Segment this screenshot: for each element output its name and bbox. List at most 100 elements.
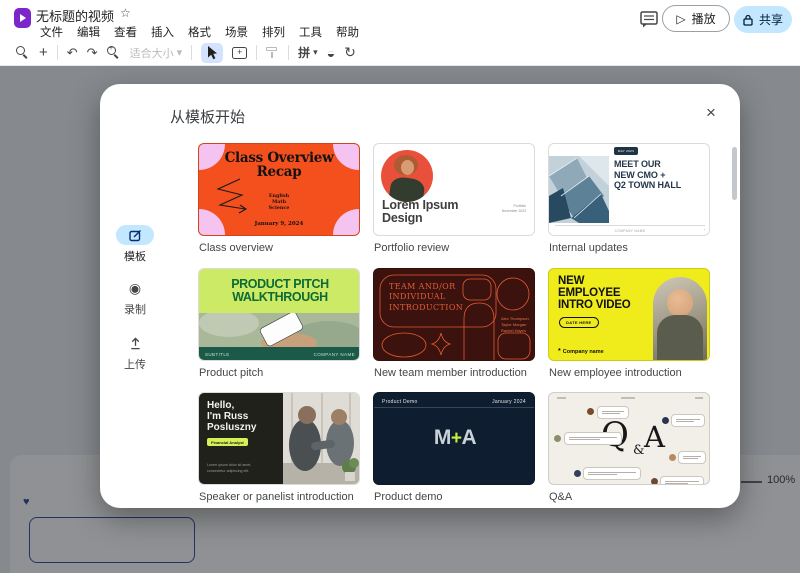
template-caption: Product pitch: [199, 367, 264, 379]
divider: [56, 45, 58, 60]
title-band: PRODUCT PITCH WALKTHROUGH: [199, 269, 359, 313]
upload-icon: [130, 336, 140, 349]
select-tool-button[interactable]: [201, 42, 224, 63]
add-scene-button[interactable]: +: [39, 44, 48, 61]
chevron-down-icon: ▾: [176, 47, 183, 59]
template-card-team-intro[interactable]: TEAM AND/OR INDIVIDUAL INTRODUCTION Alex…: [373, 268, 535, 390]
menu-bar: 文件 编辑 查看 插入 格式 场景 排列 工具 帮助: [33, 23, 366, 41]
play-outline-icon: ▷: [676, 11, 686, 26]
template-card-product-demo[interactable]: Product Demo January 2024 M+A Product de…: [373, 392, 535, 514]
undo-icon[interactable]: ↶: [67, 45, 78, 61]
template-icon: [128, 229, 141, 241]
sidebar-item-upload[interactable]: 上传: [112, 333, 158, 372]
upload-pill: [116, 333, 154, 353]
template-card-portfolio-review[interactable]: Lorem Ipsum Design Portfolio November 20…: [373, 143, 535, 265]
menu-item-scene[interactable]: 场景: [218, 23, 255, 41]
template-caption: New employee introduction: [549, 367, 682, 379]
thumb-title: A: [644, 420, 665, 454]
thumb-title: Lorem Ipsum Design: [382, 198, 459, 226]
share-button-label: 共享: [758, 13, 783, 27]
sidebar-label: 模板: [124, 251, 146, 263]
close-icon[interactable]: ×: [700, 102, 722, 124]
thumb-subtitle: SUBTITLE: [205, 352, 230, 357]
play-button[interactable]: ▷ 播放: [662, 5, 730, 32]
layout-label: 拼: [298, 46, 311, 60]
insert-frame-button[interactable]: +: [232, 46, 248, 59]
menu-item-format[interactable]: 格式: [181, 23, 218, 41]
template-caption: Q&A: [549, 491, 573, 503]
glass-building-photo: [549, 156, 609, 223]
menu-item-file[interactable]: 文件: [33, 23, 70, 41]
phone-photo: [199, 313, 359, 347]
chat-avatar: [662, 417, 669, 424]
templates-pill: [116, 225, 154, 245]
cursor-icon: [207, 45, 217, 59]
chat-avatar: [651, 478, 658, 484]
thumb-role-badge: Financial Analyst: [207, 438, 248, 446]
menu-item-edit[interactable]: 编辑: [70, 23, 107, 41]
thumb-blurb: Lorem ipsum dolor sit amet, consectetur …: [207, 463, 252, 473]
play-button-label: 播放: [691, 12, 716, 26]
app-header: 无标题的视频 ☆ 文件 编辑 查看 插入 格式 场景 排列 工具 帮助 ▷ 播放…: [0, 0, 800, 40]
modal-title: 从模板开始: [170, 109, 246, 126]
chat-avatar: [669, 454, 676, 461]
thumb-title: Class Overview Recap: [224, 150, 334, 181]
template-card-product-pitch[interactable]: PRODUCT PITCH WALKTHROUGH SUBTITLE COMPA…: [198, 268, 360, 390]
template-card-speaker-intro[interactable]: Hello, I'm Russ Posluszny Financial Anal…: [198, 392, 360, 514]
divider: [256, 45, 258, 60]
fit-size-dropdown[interactable]: 适合大小 ▾: [130, 45, 183, 61]
background-icon[interactable]: ◒: [327, 45, 335, 61]
lock-icon: [743, 14, 753, 26]
menu-item-arrange[interactable]: 排列: [255, 23, 292, 41]
thumb-company: Company name: [562, 348, 604, 355]
template-card-new-employee[interactable]: NEW EMPLOYEE INTRO VIDEO DATE HERE * Com…: [548, 268, 710, 390]
thumb-title: Hello, I'm Russ Posluszny: [207, 400, 257, 434]
record-pill: ◉: [116, 278, 154, 298]
thumb-title: MEET OUR NEW CMO + Q2 TOWN HALL: [614, 159, 682, 191]
template-caption: Product demo: [374, 491, 443, 503]
template-caption: New team member introduction: [374, 367, 527, 379]
toolbar: + ↶ ↷ + 适合大小 ▾ + 拼 ▾ ◒ ↻: [0, 40, 800, 66]
thumb-names: Alex Thompson Taylor Morgan Rachel Hayes: [501, 316, 529, 333]
search-icon[interactable]: [16, 45, 30, 60]
play-glyph: [20, 14, 26, 22]
modal-scrollbar[interactable]: [732, 147, 737, 200]
share-button[interactable]: 共享: [734, 6, 792, 33]
chat-bubble: [597, 406, 629, 419]
thumb-title: M+A: [433, 426, 477, 449]
template-thumb: Hello, I'm Russ Posluszny Financial Anal…: [198, 392, 360, 485]
thumb-footer: COMPANY NAME: [555, 225, 705, 233]
template-thumb: Q & A: [548, 392, 710, 485]
menu-item-view[interactable]: 查看: [107, 23, 144, 41]
template-caption: Class overview: [199, 242, 273, 254]
template-caption: Portfolio review: [374, 242, 450, 254]
star-icon[interactable]: ☆: [120, 6, 131, 20]
template-card-qa[interactable]: Q & A Q&A: [548, 392, 710, 514]
divider: [374, 407, 534, 408]
template-caption: Internal updates: [549, 242, 628, 254]
template-thumb: Lorem Ipsum Design Portfolio November 20…: [373, 143, 535, 236]
layout-dropdown[interactable]: 拼 ▾: [298, 44, 318, 61]
transition-icon[interactable]: ↻: [344, 44, 356, 61]
chat-bubble: [678, 451, 706, 464]
sidebar-item-record[interactable]: ◉ 录制: [112, 278, 158, 317]
menu-item-help[interactable]: 帮助: [329, 23, 366, 41]
comment-icon[interactable]: [640, 11, 658, 28]
template-card-internal-updates[interactable]: MAY 2023 MEET OUR NEW CMO + Q2 TOWN HALL…: [548, 143, 710, 265]
thumb-date: January 9, 2024: [254, 221, 304, 227]
zoom-in-icon[interactable]: +: [106, 45, 121, 60]
menu-item-tools[interactable]: 工具: [292, 23, 329, 41]
fit-size-label: 适合大小: [129, 47, 174, 60]
vids-logo[interactable]: [14, 8, 31, 28]
menu-item-insert[interactable]: 插入: [144, 23, 181, 41]
template-thumb: PRODUCT PITCH WALKTHROUGH SUBTITLE COMPA…: [198, 268, 360, 361]
sidebar-item-templates[interactable]: 模板: [112, 225, 158, 264]
template-thumb: TEAM AND/OR INDIVIDUAL INTRODUCTION Alex…: [373, 268, 535, 361]
redo-icon[interactable]: ↷: [87, 45, 98, 61]
chat-bubble: [564, 432, 622, 445]
chat-avatar: [554, 435, 561, 442]
chat-avatar: [587, 408, 594, 415]
thumb-meta: Portfolio November 2023: [501, 204, 526, 214]
sidebar-label: 录制: [124, 304, 146, 316]
template-card-class-overview[interactable]: Class Overview Recap English Math Scienc…: [198, 143, 360, 265]
